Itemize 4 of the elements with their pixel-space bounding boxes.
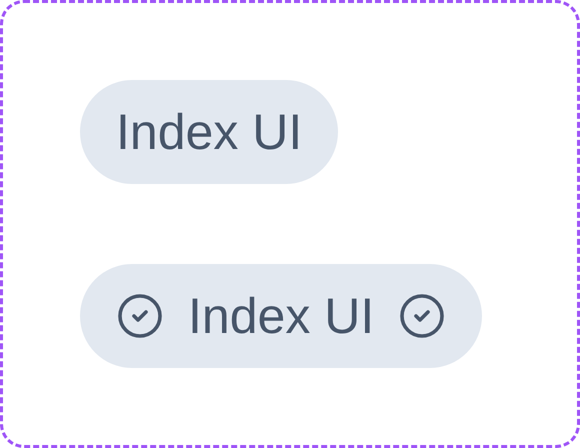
check-circle-icon [398, 292, 446, 340]
check-circle-icon [116, 292, 164, 340]
badge-label: Index UI [188, 291, 374, 341]
badge-label: Index UI [116, 107, 302, 157]
